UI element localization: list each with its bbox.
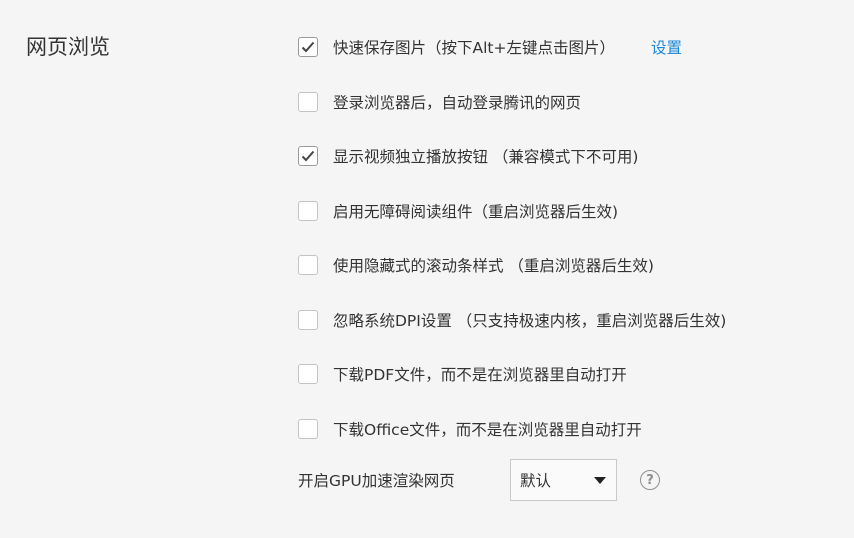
options-list: 快速保存图片（按下Alt+左键点击图片） 设置 登录浏览器后，自动登录腾讯的网页… — [298, 31, 848, 467]
option-label: 显示视频独立播放按钮 （兼容模式下不可用) — [333, 148, 639, 166]
option-video-play-button[interactable]: 显示视频独立播放按钮 （兼容模式下不可用) — [298, 140, 848, 172]
gpu-acceleration-row: 开启GPU加速渲染网页 默认 ? — [298, 459, 660, 501]
checkbox[interactable] — [298, 364, 318, 384]
option-download-office[interactable]: 下载Office文件，而不是在浏览器里自动打开 — [298, 413, 848, 445]
checkbox[interactable] — [298, 91, 318, 112]
checkbox[interactable] — [298, 200, 318, 221]
checkbox[interactable] — [298, 255, 318, 275]
option-label: 启用无障碍阅读组件（重启浏览器后生效) — [333, 202, 619, 221]
gpu-mode-selected-value: 默认 — [520, 472, 552, 490]
check-icon — [301, 41, 315, 53]
gpu-mode-select[interactable]: 默认 — [510, 459, 617, 501]
check-icon — [301, 150, 315, 162]
question-circle-icon[interactable]: ? — [640, 470, 660, 490]
gpu-acceleration-label: 开启GPU加速渲染网页 — [298, 472, 455, 490]
checkbox[interactable] — [298, 418, 318, 439]
option-hidden-scrollbar[interactable]: 使用隐藏式的滚动条样式 （重启浏览器后生效) — [298, 249, 848, 281]
option-accessibility-reader[interactable]: 启用无障碍阅读组件（重启浏览器后生效) — [298, 195, 848, 227]
option-download-pdf[interactable]: 下载PDF文件，而不是在浏览器里自动打开 — [298, 358, 848, 390]
settings-link[interactable]: 设置 — [651, 36, 682, 58]
option-label: 使用隐藏式的滚动条样式 （重启浏览器后生效) — [333, 257, 654, 275]
option-label: 下载Office文件，而不是在浏览器里自动打开 — [333, 420, 642, 439]
option-label: 快速保存图片（按下Alt+左键点击图片） — [333, 39, 615, 57]
caret-down-icon — [594, 476, 606, 484]
option-label: 忽略系统DPI设置 （只支持极速内核，重启浏览器后生效) — [333, 311, 727, 330]
checkbox[interactable] — [298, 146, 318, 166]
checkbox[interactable] — [298, 37, 318, 57]
checkbox[interactable] — [298, 309, 318, 330]
option-label: 下载PDF文件，而不是在浏览器里自动打开 — [333, 366, 627, 384]
section-title: 网页浏览 — [26, 35, 110, 59]
option-ignore-dpi[interactable]: 忽略系统DPI设置 （只支持极速内核，重启浏览器后生效) — [298, 304, 848, 336]
option-quick-save-image[interactable]: 快速保存图片（按下Alt+左键点击图片） 设置 — [298, 31, 848, 63]
option-auto-login-tencent[interactable]: 登录浏览器后，自动登录腾讯的网页 — [298, 86, 848, 118]
option-label: 登录浏览器后，自动登录腾讯的网页 — [333, 93, 582, 112]
